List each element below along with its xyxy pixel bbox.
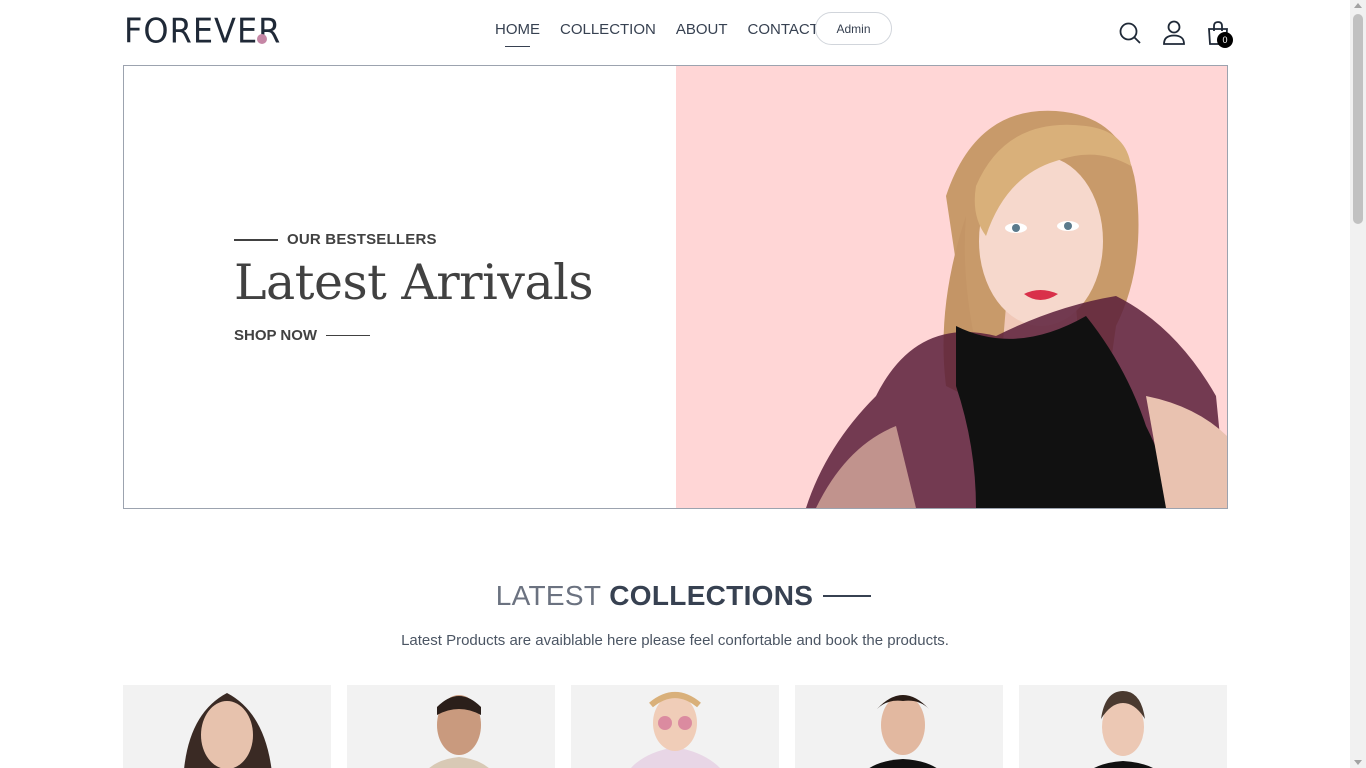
site-header: FOREVER HOME COLLECTION ABOUT CONTACT Ad… bbox=[0, 0, 1350, 64]
hero-text-panel: OUR BESTSELLERS Latest Arrivals SHOP NOW bbox=[124, 66, 677, 508]
logo-dot bbox=[257, 34, 267, 44]
eyebrow-text: OUR BESTSELLERS bbox=[287, 231, 437, 248]
product-image bbox=[571, 685, 779, 768]
search-icon[interactable] bbox=[1117, 20, 1143, 46]
nav-collection[interactable]: COLLECTION bbox=[560, 21, 656, 38]
nav-contact[interactable]: CONTACT bbox=[748, 21, 819, 38]
title-line bbox=[823, 595, 872, 597]
product-card[interactable] bbox=[1019, 685, 1227, 768]
product-image bbox=[347, 685, 555, 768]
product-image bbox=[795, 685, 1003, 768]
product-card[interactable] bbox=[123, 685, 331, 768]
product-card[interactable] bbox=[795, 685, 1003, 768]
hero-title: Latest Arrivals bbox=[234, 254, 593, 311]
nav-home[interactable]: HOME bbox=[495, 21, 540, 47]
logo[interactable]: FOREVER bbox=[124, 11, 281, 51]
scroll-up-arrow-icon[interactable] bbox=[1354, 3, 1362, 8]
scroll-thumb[interactable] bbox=[1353, 14, 1363, 224]
main-nav: HOME COLLECTION ABOUT CONTACT bbox=[495, 21, 819, 47]
profile-icon[interactable] bbox=[1161, 20, 1187, 46]
shop-now-button[interactable]: SHOP NOW bbox=[234, 327, 371, 344]
product-image bbox=[123, 685, 331, 768]
page: FOREVER HOME COLLECTION ABOUT CONTACT Ad… bbox=[0, 0, 1366, 768]
latest-collections-subtitle: Latest Products are avaiblable here plea… bbox=[401, 632, 949, 649]
hero-banner: OUR BESTSELLERS Latest Arrivals SHOP NOW bbox=[123, 65, 1228, 509]
shop-now-line bbox=[326, 334, 371, 337]
title-bold: COLLECTIONS bbox=[609, 580, 814, 611]
product-card[interactable] bbox=[347, 685, 555, 768]
scroll-down-arrow-icon[interactable] bbox=[1354, 760, 1362, 765]
cart-count-badge: 0 bbox=[1217, 32, 1233, 48]
hero-image bbox=[676, 66, 1227, 508]
hero-model-illustration bbox=[806, 110, 1227, 508]
latest-collections-title: LATEST COLLECTIONS bbox=[0, 580, 1350, 612]
product-card[interactable] bbox=[571, 685, 779, 768]
nav-about[interactable]: ABOUT bbox=[676, 21, 728, 38]
page-scrollbar[interactable] bbox=[1350, 0, 1366, 768]
admin-button[interactable]: Admin bbox=[815, 12, 892, 45]
product-image bbox=[1019, 685, 1227, 768]
eyebrow-line bbox=[234, 238, 278, 241]
title-light: LATEST bbox=[495, 580, 602, 611]
shop-now-label: SHOP NOW bbox=[234, 327, 318, 344]
product-grid bbox=[123, 685, 1227, 768]
hero-eyebrow: OUR BESTSELLERS bbox=[234, 231, 437, 248]
